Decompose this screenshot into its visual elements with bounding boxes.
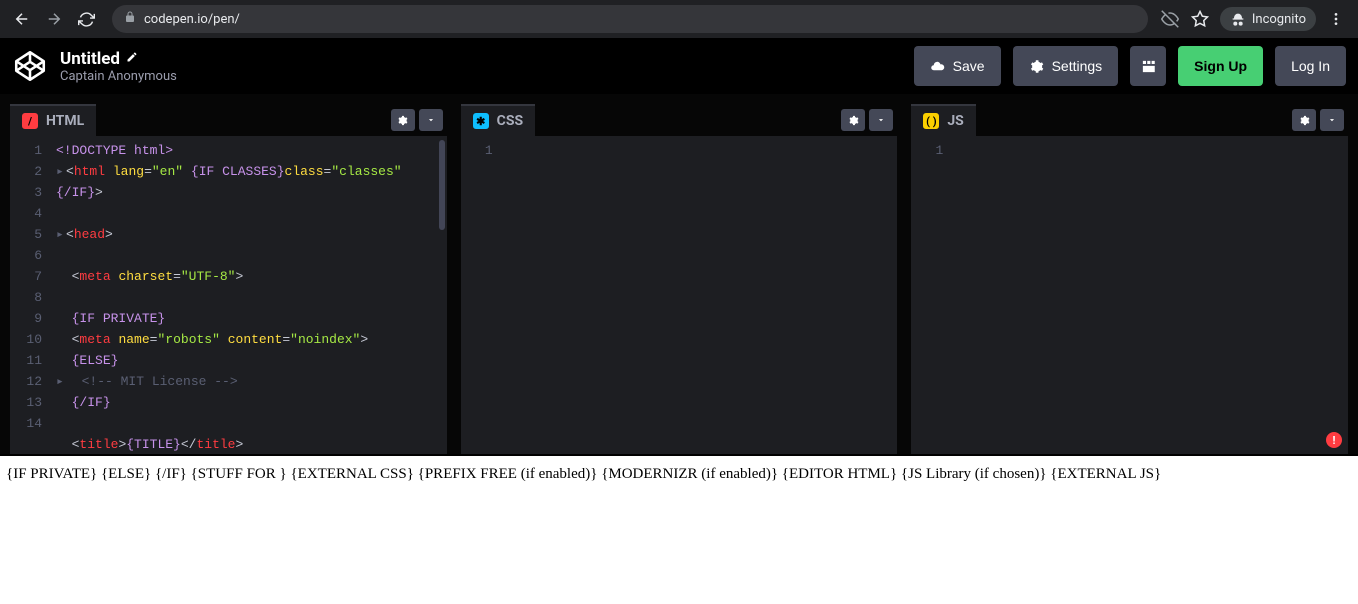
codepen-logo[interactable] [12, 48, 48, 84]
signup-label: Sign Up [1194, 58, 1247, 74]
layout-icon [1141, 59, 1156, 74]
browser-toolbar: codepen.io/pen/ Incognito [0, 0, 1358, 38]
output-preview[interactable]: {IF PRIVATE} {ELSE} {/IF} {STUFF FOR } {… [0, 456, 1358, 493]
html-code-editor[interactable]: 1 2 3 4 5 6 7 8 9 10 11 12 13 14 <!DOCTY… [10, 136, 447, 454]
css-dropdown-icon[interactable] [869, 109, 893, 131]
login-button[interactable]: Log In [1275, 46, 1346, 86]
pen-title[interactable]: Untitled [60, 49, 120, 69]
css-code[interactable] [501, 136, 898, 454]
html-gutter: 1 2 3 4 5 6 7 8 9 10 11 12 13 14 [10, 136, 50, 454]
star-icon[interactable] [1190, 9, 1210, 29]
settings-button[interactable]: Settings [1013, 46, 1119, 86]
editors-row: / HTML 1 2 3 4 5 6 7 [0, 94, 1358, 454]
signup-button[interactable]: Sign Up [1178, 46, 1263, 86]
js-dropdown-icon[interactable] [1320, 109, 1344, 131]
url-text: codepen.io/pen/ [144, 12, 240, 27]
pencil-icon[interactable] [126, 51, 138, 66]
js-settings-icon[interactable] [1292, 109, 1316, 131]
html-tab[interactable]: / HTML [10, 104, 96, 136]
gear-icon [1029, 59, 1044, 74]
js-gutter: 1 [911, 136, 951, 454]
html-icon: / [22, 113, 38, 129]
css-icon: ✱ [473, 113, 489, 129]
js-code-editor[interactable]: 1 [911, 136, 1348, 454]
html-editor-pane: / HTML 1 2 3 4 5 6 7 [10, 104, 447, 454]
css-editor-pane: ✱ CSS 1 [461, 104, 898, 454]
pen-author[interactable]: Captain Anonymous [60, 69, 902, 84]
eye-off-icon[interactable] [1160, 9, 1180, 29]
js-tab-row: ( ) JS [911, 104, 1348, 136]
cloud-icon [930, 59, 945, 74]
js-tab-label: JS [947, 113, 963, 129]
url-bar[interactable]: codepen.io/pen/ [112, 5, 1148, 33]
incognito-badge: Incognito [1220, 7, 1316, 31]
reload-button[interactable] [72, 5, 100, 33]
css-code-editor[interactable]: 1 [461, 136, 898, 454]
lock-icon [124, 11, 136, 27]
html-tab-label: HTML [46, 113, 84, 129]
css-gutter: 1 [461, 136, 501, 454]
forward-button[interactable] [40, 5, 68, 33]
js-tab[interactable]: ( ) JS [911, 104, 975, 136]
css-tab-label: CSS [497, 113, 523, 129]
html-dropdown-icon[interactable] [419, 109, 443, 131]
output-text: {IF PRIVATE} {ELSE} {/IF} {STUFF FOR } {… [6, 466, 1161, 482]
login-label: Log In [1291, 58, 1330, 74]
css-tab[interactable]: ✱ CSS [461, 104, 535, 136]
js-code[interactable] [951, 136, 1348, 454]
html-code[interactable]: <!DOCTYPE html> ▸<html lang="en" {IF CLA… [50, 136, 447, 454]
css-settings-icon[interactable] [841, 109, 865, 131]
back-button[interactable] [8, 5, 36, 33]
browser-menu-icon[interactable] [1326, 9, 1346, 29]
save-button[interactable]: Save [914, 46, 1001, 86]
settings-label: Settings [1052, 58, 1103, 74]
layout-button[interactable] [1130, 46, 1166, 86]
scrollbar-thumb[interactable] [439, 140, 445, 230]
save-label: Save [953, 58, 985, 74]
js-icon: ( ) [923, 113, 939, 129]
codepen-header: Untitled Captain Anonymous Save Settings… [0, 38, 1358, 94]
error-badge-icon[interactable]: ! [1326, 432, 1342, 448]
html-tab-row: / HTML [10, 104, 447, 136]
incognito-label: Incognito [1252, 12, 1306, 27]
html-settings-icon[interactable] [391, 109, 415, 131]
css-tab-row: ✱ CSS [461, 104, 898, 136]
js-editor-pane: ( ) JS 1 [911, 104, 1348, 454]
